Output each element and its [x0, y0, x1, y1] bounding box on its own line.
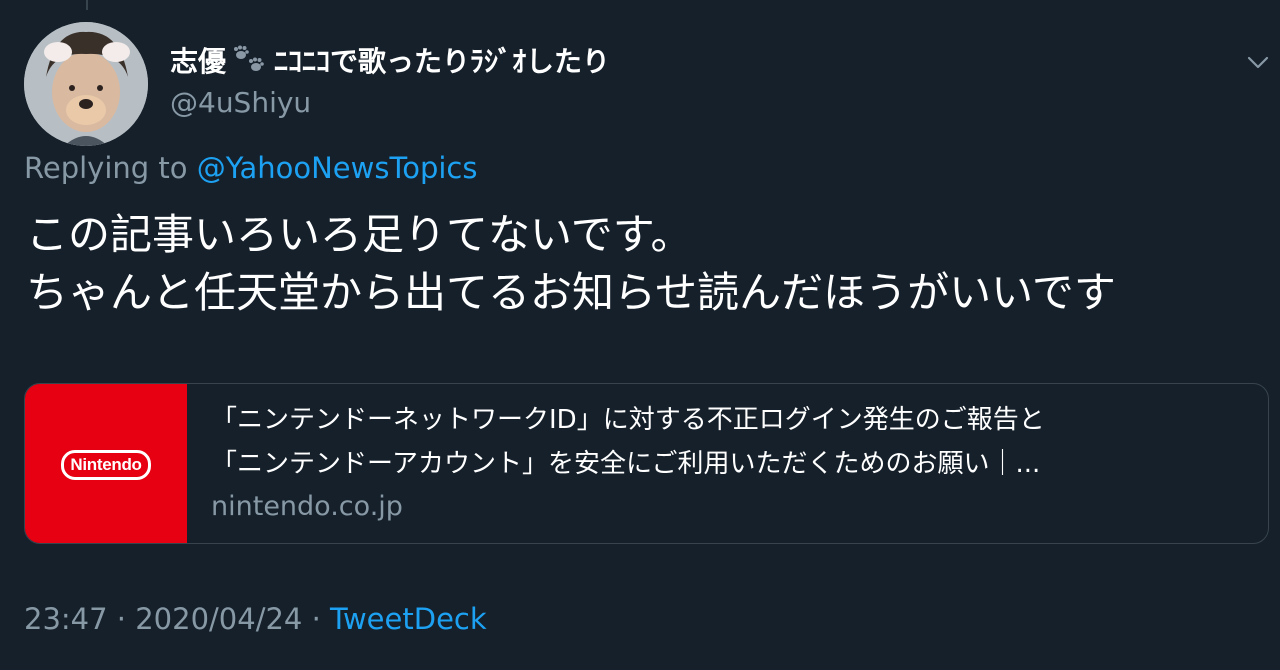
thread-line [86, 0, 88, 10]
tweet-text-line-1: この記事いろいろ足りてないです。 [26, 210, 693, 259]
tweet-date[interactable]: 2020/04/24 [135, 602, 302, 636]
tweet-time[interactable]: 23:47 [24, 602, 108, 636]
card-title-line-2: 「ニンテンドーアカウント」を安全にご利用いただくためのお願い｜... [211, 449, 1041, 479]
link-card[interactable]: Nintendo 「ニンテンドーネットワークID」に対する不正ログイン発生のご報… [24, 383, 1269, 544]
avatar-photo-icon [24, 22, 148, 146]
tweet-source-link[interactable]: TweetDeck [330, 602, 487, 636]
card-title-line-1: 「ニンテンドーネットワークID」に対する不正ログイン発生のご報告と [211, 405, 1045, 435]
tweet-meta: 23:47 · 2020/04/24 · TweetDeck [24, 602, 487, 636]
display-name-suffix: ﾆｺﾆｺで歌ったりﾗｼﾞｵしたり [274, 45, 611, 78]
tweet: 志優 ﾆｺﾆｺで歌ったりﾗｼﾞｵしたり @4uShiyu Replying to… [0, 0, 1280, 670]
author-display-name[interactable]: 志優 ﾆｺﾆｺで歌ったりﾗｼﾞｵしたり [170, 40, 610, 80]
tweet-text: この記事いろいろ足りてないです。 ちゃんと任天堂から出てるお知らせ読んだほうがい… [26, 206, 1116, 322]
reply-mention-link[interactable]: @YahooNewsTopics [197, 151, 478, 185]
paw-prints-icon [232, 45, 268, 75]
card-title: 「ニンテンドーネットワークID」に対する不正ログイン発生のご報告と 「ニンテンド… [211, 398, 1241, 486]
card-domain: nintendo.co.jp [211, 491, 403, 522]
tweet-text-line-2: ちゃんと任天堂から出てるお知らせ読んだほうがいいです [26, 268, 1116, 317]
meta-separator-2: · [311, 602, 321, 636]
user-avatar[interactable] [24, 22, 148, 146]
nintendo-logo: Nintendo [61, 449, 151, 480]
card-thumbnail: Nintendo [25, 384, 187, 543]
display-name-text: 志優 [170, 45, 227, 78]
meta-separator: · [116, 602, 127, 636]
replying-to: Replying to @YahooNewsTopics [24, 151, 478, 185]
replying-to-prefix: Replying to [24, 151, 188, 185]
chevron-down-icon[interactable] [1244, 48, 1272, 76]
author-handle[interactable]: @4uShiyu [170, 86, 311, 119]
